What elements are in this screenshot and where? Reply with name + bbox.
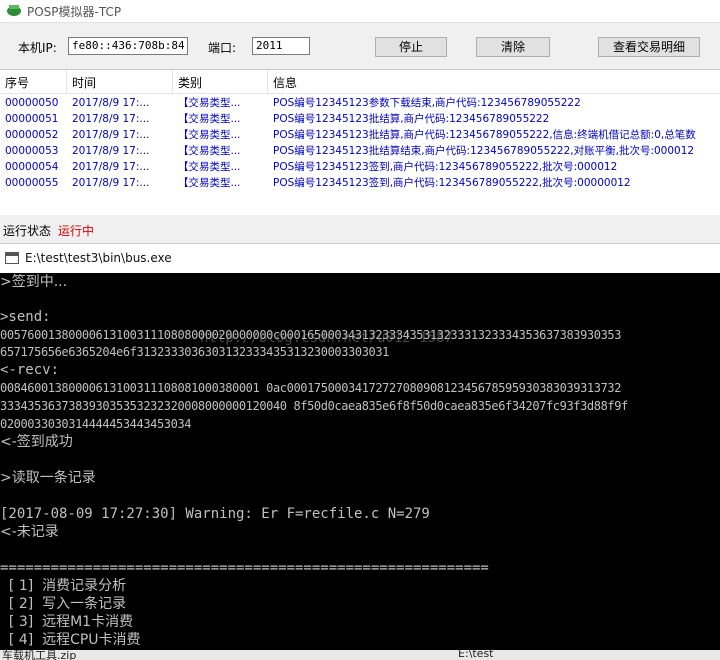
cell-no: 00000055: [5, 177, 59, 189]
clear-button[interactable]: 清除: [476, 37, 550, 57]
cell-info: POS编号12345123签到,商户代码:123456789055222,批次号…: [273, 177, 631, 189]
menu-item-1: [ 1] 消费记录分析: [0, 578, 127, 594]
local-ip-label: 本机IP:: [18, 41, 57, 55]
table-row[interactable]: 00000054 2017/8/9 17:... 【交易类型... POS编号1…: [0, 159, 720, 175]
status-label: 运行状态: [3, 224, 52, 238]
port-label: 端口:: [208, 41, 237, 55]
console-window-icon: [5, 252, 19, 264]
cell-time: 2017/8/9 17:...: [72, 145, 150, 157]
cell-type: 【交易类型...: [178, 145, 241, 157]
cell-type: 【交易类型...: [178, 161, 241, 173]
menu-item-2: [ 2] 写入一条记录: [0, 596, 127, 612]
column-header-time[interactable]: 时间: [72, 74, 96, 91]
menu-item-4: [ 4] 远程CPU卡消费: [0, 632, 141, 648]
cell-info: POS编号12345123批结算结束,商户代码:123456789055222,…: [273, 145, 695, 157]
column-divider[interactable]: [267, 70, 268, 93]
cell-time: 2017/8/9 17:...: [72, 97, 150, 109]
cell-type: 【交易类型...: [178, 129, 241, 141]
view-transactions-button[interactable]: 查看交易明细: [598, 37, 700, 57]
cell-time: 2017/8/9 17:...: [72, 113, 150, 125]
taskbar-left-text[interactable]: 车载机工具.zip: [2, 650, 76, 660]
watermark: http://blog.csdn.net/u012-1587: [200, 330, 453, 346]
cell-type: 【交易类型...: [178, 177, 241, 189]
console-line: <-签到成功: [0, 434, 73, 450]
cell-info: POS编号12345123签到,商户代码:123456789055222,批次号…: [273, 161, 618, 173]
cell-type: 【交易类型...: [178, 113, 241, 125]
console-window-title: E:\test\test3\bin\bus.exe: [25, 251, 172, 265]
console-line: 3334353637383930353532323200080000001200…: [0, 399, 628, 413]
stop-button[interactable]: 停止: [375, 37, 447, 57]
console-line: [2017-08-09 17:27:30] Warning: Er F=recf…: [0, 506, 430, 522]
table-row[interactable]: 00000053 2017/8/9 17:... 【交易类型... POS编号1…: [0, 143, 720, 159]
console-line: <-未记录: [0, 524, 59, 540]
cell-time: 2017/8/9 17:...: [72, 129, 150, 141]
console-line: >send:: [0, 309, 51, 325]
column-header-no[interactable]: 序号: [5, 74, 29, 91]
column-header-info[interactable]: 信息: [273, 74, 297, 91]
app-icon: [7, 5, 21, 16]
console-line: ========================================…: [0, 560, 489, 576]
cell-no: 00000054: [5, 161, 59, 173]
menu-item-3: [ 3] 远程M1卡消费: [0, 614, 134, 630]
console-line: 00846001380000613100311108081000380001 0…: [0, 381, 622, 395]
table-header: 序号 时间 类别 信息: [0, 70, 720, 94]
status-bar: 运行状态 运行中: [0, 218, 720, 242]
console-line: 657175656e6365204e6f31323330363031323334…: [0, 345, 390, 359]
console-line: 0200033030314444453443453034: [0, 417, 192, 431]
console-line: >读取一条记录: [0, 470, 96, 486]
table-row[interactable]: 00000055 2017/8/9 17:... 【交易类型... POS编号1…: [0, 175, 720, 191]
console-title-bar: E:\test\test3\bin\bus.exe: [0, 243, 720, 274]
local-ip-field[interactable]: fe80::436:708b:84: [68, 37, 188, 55]
cell-type: 【交易类型...: [178, 97, 241, 109]
posp-simulator-window: POSP模拟器-TCP 本机IP: fe80::436:708b:84 端口: …: [0, 0, 720, 243]
transaction-log-table[interactable]: 序号 时间 类别 信息 00000050 2017/8/9 17:... 【交易…: [0, 69, 720, 215]
cell-info: POS编号12345123批结算,商户代码:123456789055222,信息…: [273, 129, 696, 141]
title-bar: POSP模拟器-TCP: [0, 0, 720, 23]
column-divider[interactable]: [172, 70, 173, 93]
port-field[interactable]: 2011: [252, 37, 310, 55]
cell-no: 00000053: [5, 145, 59, 157]
window-title: POSP模拟器-TCP: [27, 5, 122, 19]
cell-no: 00000052: [5, 129, 59, 141]
column-header-type[interactable]: 类别: [178, 74, 202, 91]
cell-info: POS编号12345123参数下载结束,商户代码:123456789055222: [273, 97, 581, 109]
console-line: >签到中...: [0, 274, 68, 290]
cell-time: 2017/8/9 17:...: [72, 177, 150, 189]
cell-info: POS编号12345123批结算,商户代码:123456789055222: [273, 113, 550, 125]
table-row[interactable]: 00000050 2017/8/9 17:... 【交易类型... POS编号1…: [0, 95, 720, 111]
column-divider[interactable]: [66, 70, 67, 93]
console-line: <-recv:: [0, 362, 60, 378]
cell-time: 2017/8/9 17:...: [72, 161, 150, 173]
table-row[interactable]: 00000051 2017/8/9 17:... 【交易类型... POS编号1…: [0, 111, 720, 127]
status-value: 运行中: [58, 224, 95, 238]
cell-no: 00000051: [5, 113, 59, 125]
table-row[interactable]: 00000052 2017/8/9 17:... 【交易类型... POS编号1…: [0, 127, 720, 143]
cell-no: 00000050: [5, 97, 59, 109]
taskbar-right-text[interactable]: E:\test: [458, 650, 494, 660]
taskbar-strip: 车载机工具.zip E:\test: [0, 650, 720, 660]
